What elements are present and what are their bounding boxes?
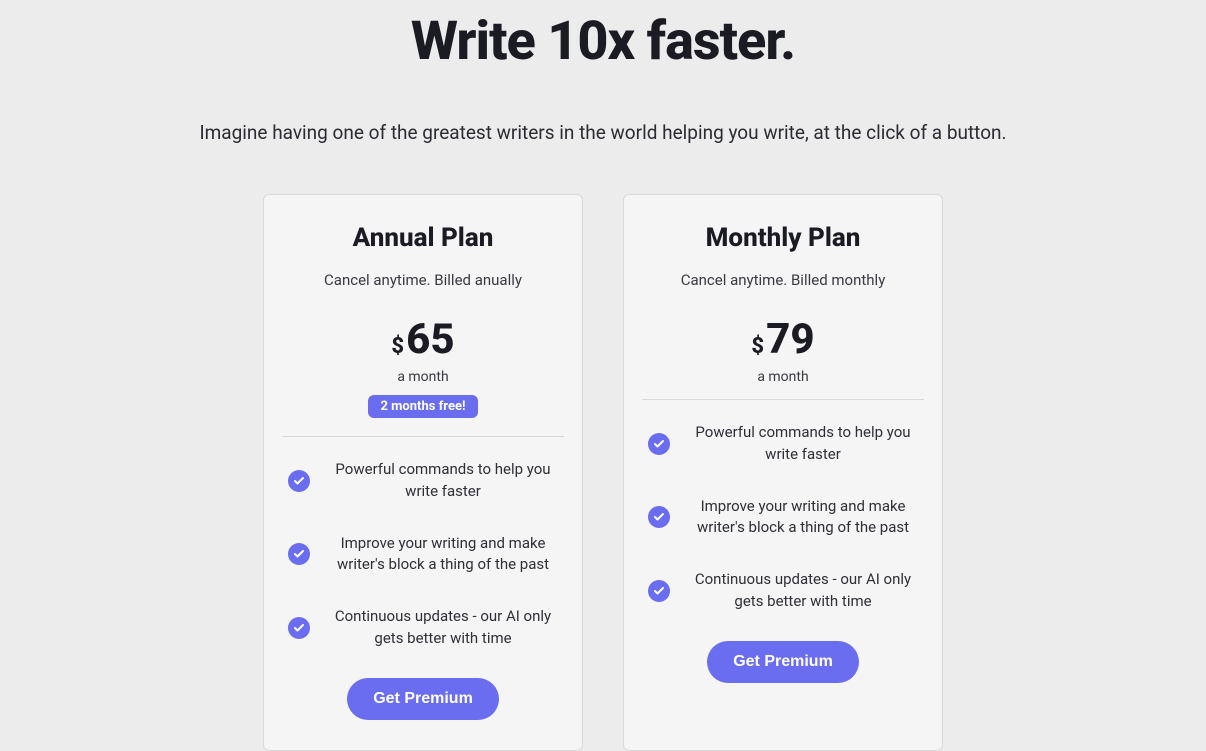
plans-row: Annual Plan Cancel anytime. Billed anual… bbox=[0, 194, 1206, 751]
feature-text: Improve your writing and make writer's b… bbox=[688, 496, 918, 540]
plan-amount: 65 bbox=[406, 319, 454, 361]
plan-card-annual: Annual Plan Cancel anytime. Billed anual… bbox=[263, 194, 583, 751]
feature-text: Powerful commands to help you write fast… bbox=[688, 422, 918, 466]
check-icon bbox=[288, 470, 310, 492]
plan-period: a month bbox=[288, 369, 558, 385]
feature-item: Improve your writing and make writer's b… bbox=[288, 533, 558, 577]
feature-item: Powerful commands to help you write fast… bbox=[648, 422, 918, 466]
plan-price: $ 79 bbox=[648, 319, 918, 361]
feature-item: Improve your writing and make writer's b… bbox=[648, 496, 918, 540]
feature-text: Continuous updates - our AI only gets be… bbox=[688, 569, 918, 613]
divider bbox=[642, 399, 924, 400]
get-premium-button[interactable]: Get Premium bbox=[347, 678, 499, 720]
plan-currency: $ bbox=[391, 334, 404, 359]
plan-period: a month bbox=[648, 369, 918, 385]
plan-amount: 79 bbox=[766, 319, 814, 361]
plan-billing-note: Cancel anytime. Billed monthly bbox=[648, 271, 918, 289]
plan-name: Annual Plan bbox=[288, 223, 558, 253]
check-icon bbox=[648, 580, 670, 602]
check-icon bbox=[648, 506, 670, 528]
plan-name: Monthly Plan bbox=[648, 223, 918, 253]
feature-item: Powerful commands to help you write fast… bbox=[288, 459, 558, 503]
hero-subtitle: Imagine having one of the greatest write… bbox=[0, 121, 1206, 144]
plan-price: $ 65 bbox=[288, 319, 558, 361]
check-icon bbox=[648, 433, 670, 455]
feature-text: Continuous updates - our AI only gets be… bbox=[328, 606, 558, 650]
plan-badge: 2 months free! bbox=[368, 395, 477, 418]
plan-currency: $ bbox=[751, 334, 764, 359]
plan-features: Powerful commands to help you write fast… bbox=[648, 422, 918, 613]
plan-card-monthly: Monthly Plan Cancel anytime. Billed mont… bbox=[623, 194, 943, 751]
feature-text: Improve your writing and make writer's b… bbox=[328, 533, 558, 577]
feature-text: Powerful commands to help you write fast… bbox=[328, 459, 558, 503]
feature-item: Continuous updates - our AI only gets be… bbox=[288, 606, 558, 650]
plan-features: Powerful commands to help you write fast… bbox=[288, 459, 558, 650]
check-icon bbox=[288, 543, 310, 565]
pricing-page: Write 10x faster. Imagine having one of … bbox=[0, 10, 1206, 751]
plan-billing-note: Cancel anytime. Billed anually bbox=[288, 271, 558, 289]
check-icon bbox=[288, 617, 310, 639]
hero-title: Write 10x faster. bbox=[0, 10, 1206, 73]
get-premium-button[interactable]: Get Premium bbox=[707, 641, 859, 683]
divider bbox=[282, 436, 564, 437]
feature-item: Continuous updates - our AI only gets be… bbox=[648, 569, 918, 613]
